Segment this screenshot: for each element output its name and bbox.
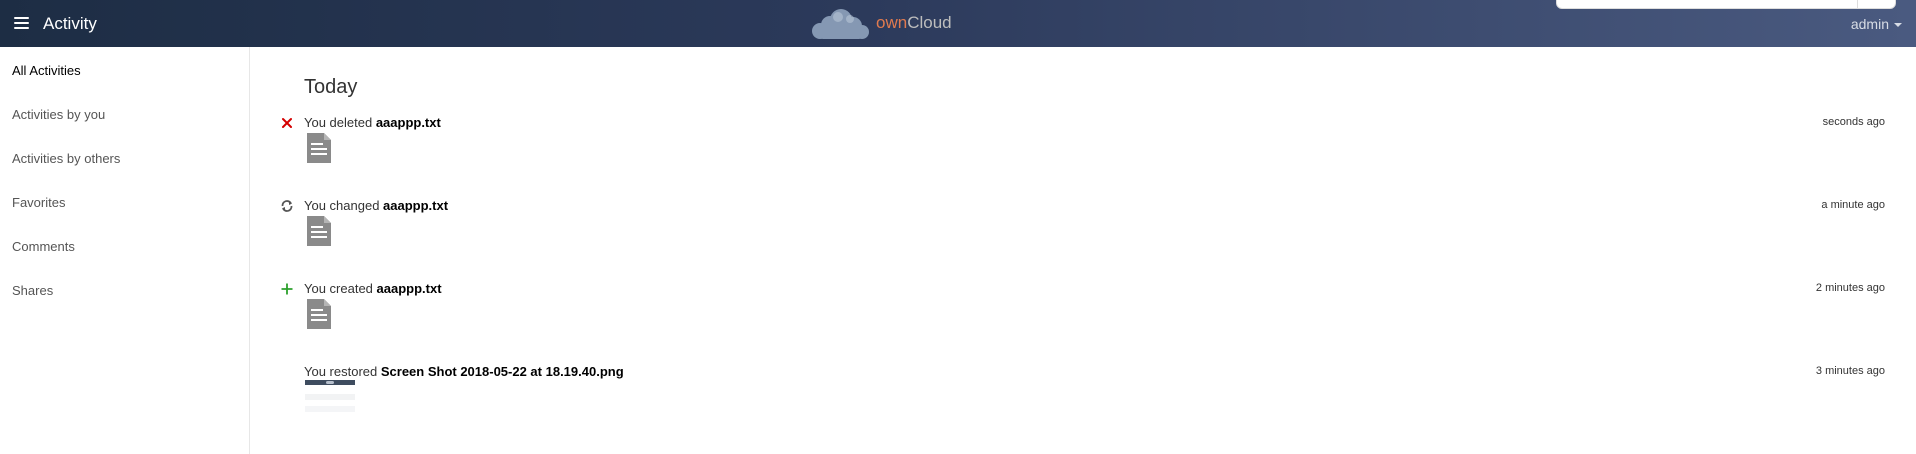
- hamburger-menu-icon[interactable]: [14, 17, 29, 29]
- activity-file-link[interactable]: aaappp.txt: [383, 198, 448, 213]
- file-icon[interactable]: [307, 133, 331, 163]
- add-icon: [281, 283, 293, 295]
- refresh-icon: [281, 200, 293, 212]
- cloud-logo-icon: [812, 9, 869, 39]
- owncloud-logo[interactable]: ownCloud: [808, 7, 952, 41]
- activity-time: a minute ago: [1821, 199, 1885, 211]
- chevron-down-icon: [1894, 23, 1902, 28]
- sidebar: All Activities Activities by you Activit…: [0, 47, 250, 454]
- sidebar-item-shares[interactable]: Shares: [12, 283, 53, 298]
- activity-item: You restored Screen Shot 2018-05-22 at 1…: [251, 364, 1916, 445]
- activity-item: You created aaappp.txt 2 minutes ago: [251, 281, 1916, 362]
- activity-file-link[interactable]: aaappp.txt: [377, 281, 442, 296]
- logo-text-cloud: Cloud: [907, 13, 952, 32]
- activity-file-link[interactable]: aaappp.txt: [376, 115, 441, 130]
- activity-item: You deleted aaappp.txt seconds ago: [251, 115, 1916, 196]
- app-title[interactable]: Activity: [43, 14, 97, 34]
- file-icon[interactable]: [307, 216, 331, 246]
- user-menu[interactable]: admin: [1851, 16, 1902, 32]
- activity-text: You changed: [304, 198, 384, 213]
- activity-item: You changed aaappp.txt a minute ago: [251, 198, 1916, 279]
- search-divider: [1857, 0, 1858, 8]
- top-header: Activity ownCloud admin: [0, 0, 1916, 47]
- search-box[interactable]: [1556, 0, 1896, 9]
- section-title: Today: [304, 76, 358, 98]
- activity-file-link[interactable]: Screen Shot 2018-05-22 at 18.19.40.png: [381, 364, 624, 379]
- sidebar-item-activities-by-others[interactable]: Activities by others: [12, 151, 120, 166]
- activity-stream: Today You deleted aaappp.txt seconds ago…: [251, 47, 1916, 454]
- sidebar-item-favorites[interactable]: Favorites: [12, 195, 65, 210]
- delete-icon: [282, 118, 292, 128]
- activity-text: You created: [304, 281, 377, 296]
- activity-time: seconds ago: [1822, 116, 1885, 128]
- user-name: admin: [1850, 16, 1889, 32]
- activity-text: You restored: [304, 364, 381, 379]
- file-icon[interactable]: [307, 299, 331, 329]
- image-thumbnail[interactable]: [305, 380, 355, 430]
- sidebar-item-all-activities[interactable]: All Activities: [12, 63, 81, 78]
- activity-time: 3 minutes ago: [1815, 365, 1885, 377]
- logo-text-own: own: [876, 13, 908, 32]
- sidebar-item-activities-by-you[interactable]: Activities by you: [12, 107, 105, 122]
- activity-time: 2 minutes ago: [1815, 282, 1885, 294]
- activity-text: You deleted: [304, 115, 376, 130]
- sidebar-item-comments[interactable]: Comments: [12, 239, 75, 254]
